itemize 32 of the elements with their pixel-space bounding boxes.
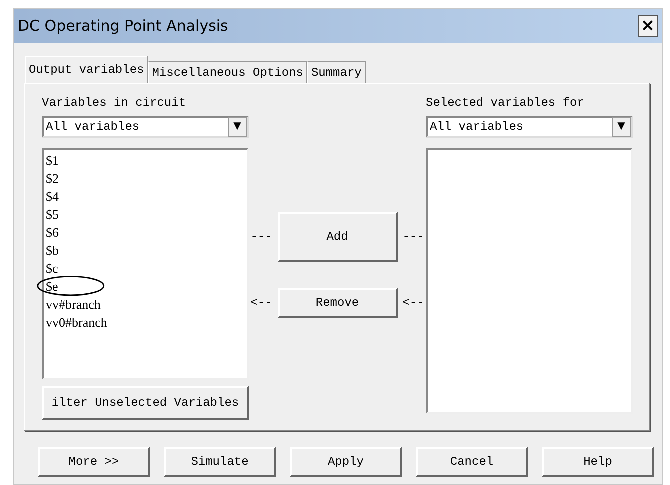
dialog-button[interactable]: Simulate [164,447,276,477]
list-item[interactable]: vv0#branch [46,314,108,332]
variables-dropdown[interactable]: All variables ▼ [42,116,249,138]
dialog-button[interactable]: More >> [38,447,150,477]
dialog-button[interactable]: Help [542,447,654,477]
add-button[interactable]: Add [278,212,398,262]
window-title: DC Operating Point Analysis [18,17,228,35]
remove-button[interactable]: Remove [278,288,398,318]
list-item[interactable]: $1 [46,152,59,170]
filter-button[interactable]: ilter Unselected Variables [42,386,249,420]
list-item[interactable]: $c [46,260,58,278]
arrow-text: <-- [402,296,426,310]
selected-dropdown[interactable]: All variables ▼ [426,116,633,138]
list-item[interactable]: $e [46,278,58,296]
list-label: Selected variables for [426,95,586,112]
list-label: Variables in circuit [42,95,188,112]
list-item[interactable]: $2 [46,170,59,188]
list-item[interactable]: $4 [46,188,59,206]
list-item[interactable]: vv#branch [46,296,101,314]
list-item[interactable]: $6 [46,224,59,242]
dialog-button[interactable]: Apply [290,447,402,477]
arrow-text: --- [402,230,426,244]
tab[interactable]: Miscellaneous Options [148,61,308,83]
arrow-text: <-- [250,296,274,310]
dialog-button[interactable]: Cancel [416,447,528,477]
arrow-text: --- [250,230,274,244]
selected-list[interactable] [426,148,633,414]
close-button[interactable]: × [638,15,658,37]
list-item[interactable]: $b [46,242,59,260]
tab[interactable]: Summary [307,61,366,83]
list-item[interactable]: $5 [46,206,59,224]
tab[interactable]: Output variables [25,56,148,83]
